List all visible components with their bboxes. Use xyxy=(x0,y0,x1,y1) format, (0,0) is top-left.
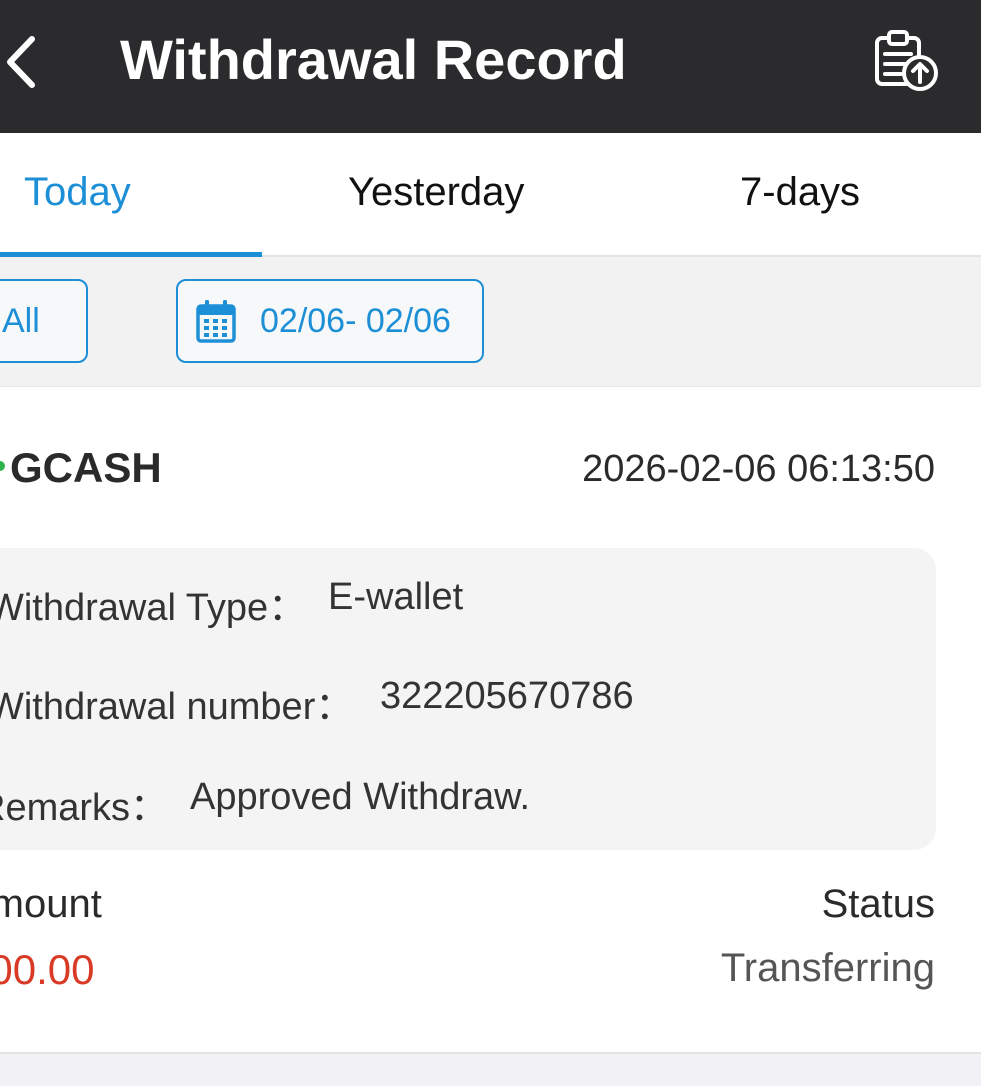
filter-bar: All 02/06- 02/06 xyxy=(0,257,981,387)
export-record-button[interactable] xyxy=(868,28,942,94)
amount-value: 100.00 xyxy=(0,946,95,993)
tab-yesterday[interactable]: Yesterday xyxy=(348,170,524,215)
detail-value: Approved Withdraw. xyxy=(190,776,531,818)
back-button[interactable] xyxy=(0,25,50,95)
payment-channel: GCASH xyxy=(10,444,162,491)
date-range-label: 02/06- 02/06 xyxy=(260,302,451,340)
tab-7-days[interactable]: 7-days xyxy=(740,170,860,215)
status-dot xyxy=(0,461,5,471)
clipboard-upload-icon xyxy=(875,30,938,91)
type-filter-button[interactable]: All xyxy=(0,279,88,363)
status-value: Transferring xyxy=(720,946,935,990)
detail-value: 322205670786 xyxy=(380,675,634,717)
detail-label: Withdrawal Type： xyxy=(0,587,307,629)
next-record-edge xyxy=(0,1052,981,1086)
detail-value: E-wallet xyxy=(328,576,464,618)
record-details: Withdrawal Type： E-wallet Withdrawal num… xyxy=(0,548,936,850)
tab-today[interactable]: Today xyxy=(24,170,131,215)
chevron-left-icon xyxy=(7,36,35,88)
date-range-button[interactable]: 02/06- 02/06 xyxy=(176,279,484,363)
app-header: Withdrawal Record xyxy=(0,0,981,133)
withdrawal-record-card[interactable]: GCASH 2026-02-06 06:13:50 Withdrawal Typ… xyxy=(0,388,981,1052)
amount-label: Amount xyxy=(0,882,102,926)
detail-label: Withdrawal number： xyxy=(0,686,354,728)
detail-label: Remarks： xyxy=(0,787,169,829)
type-filter-label: All xyxy=(2,302,40,340)
date-tabs: Today Yesterday 7-days xyxy=(0,133,981,257)
record-datetime: 2026-02-06 06:13:50 xyxy=(582,448,935,490)
page-title: Withdrawal Record xyxy=(120,28,627,91)
status-label: Status xyxy=(821,882,935,926)
calendar-icon xyxy=(196,300,236,343)
